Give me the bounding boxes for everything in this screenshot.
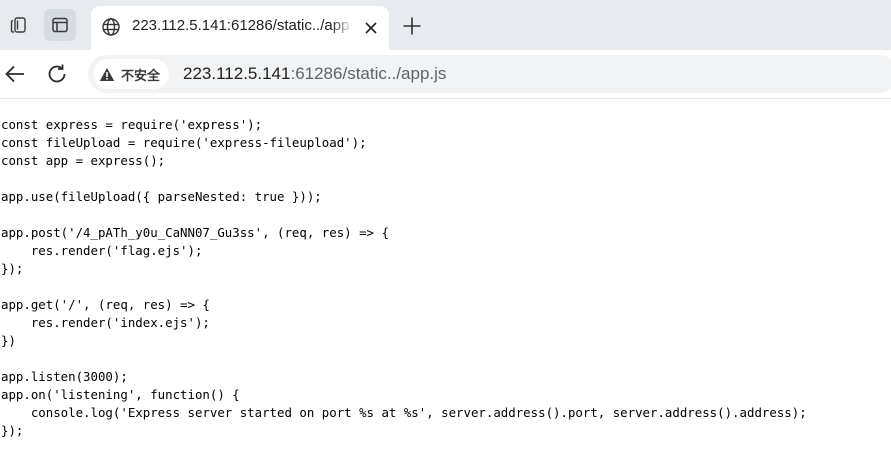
url-path: :61286/static../app.js bbox=[290, 64, 447, 83]
security-indicator[interactable]: 不安全 bbox=[93, 59, 170, 89]
browser-window: 223.112.5.141:61286/static../app.js 不安全 … bbox=[0, 0, 891, 453]
warning-icon bbox=[99, 66, 115, 82]
code-line: }); bbox=[1, 261, 24, 276]
code-line: app.get('/', (req, res) => { bbox=[1, 297, 210, 312]
tab-actions-icon[interactable] bbox=[44, 9, 76, 41]
code-line: const fileUpload = require('express-file… bbox=[1, 135, 367, 150]
plus-icon[interactable] bbox=[398, 12, 426, 40]
tab-title: 223.112.5.141:61286/static../app.js bbox=[132, 17, 350, 34]
code-line: const app = express(); bbox=[1, 153, 166, 168]
code-line: }) bbox=[1, 333, 16, 348]
code-line: res.render('flag.ejs'); bbox=[1, 243, 203, 258]
page-content: const express = require('express'); const… bbox=[0, 99, 891, 453]
back-arrow-icon[interactable] bbox=[0, 59, 30, 89]
reload-icon[interactable] bbox=[42, 59, 72, 89]
security-label: 不安全 bbox=[121, 68, 161, 84]
code-line: app.post('/4_pATh_y0u_CaNN07_Gu3ss', (re… bbox=[1, 225, 389, 240]
tab-strip: 223.112.5.141:61286/static../app.js bbox=[0, 0, 891, 50]
code-line: app.on('listening', function() { bbox=[1, 387, 240, 402]
code-line: app.listen(3000); bbox=[1, 369, 128, 384]
toolbar: 不安全 223.112.5.141:61286/static../app.js bbox=[0, 50, 891, 99]
close-icon[interactable] bbox=[359, 16, 383, 40]
active-tab[interactable]: 223.112.5.141:61286/static../app.js bbox=[91, 6, 389, 50]
collections-icon[interactable] bbox=[2, 9, 34, 41]
globe-icon bbox=[100, 16, 122, 38]
code-line: const express = require('express'); bbox=[1, 117, 263, 132]
url-host: 223.112.5.141 bbox=[183, 64, 291, 83]
address-bar[interactable]: 不安全 223.112.5.141:61286/static../app.js bbox=[88, 55, 891, 93]
code-line: console.log('Express server started on p… bbox=[1, 405, 807, 420]
tab-title-fade bbox=[331, 14, 353, 40]
code-line: app.use(fileUpload({ parseNested: true }… bbox=[1, 189, 322, 204]
url-text[interactable]: 223.112.5.141:61286/static../app.js bbox=[183, 64, 446, 84]
code-block: const express = require('express'); const… bbox=[1, 116, 807, 440]
code-line: }); bbox=[1, 423, 24, 438]
code-line: res.render('index.ejs'); bbox=[1, 315, 210, 330]
